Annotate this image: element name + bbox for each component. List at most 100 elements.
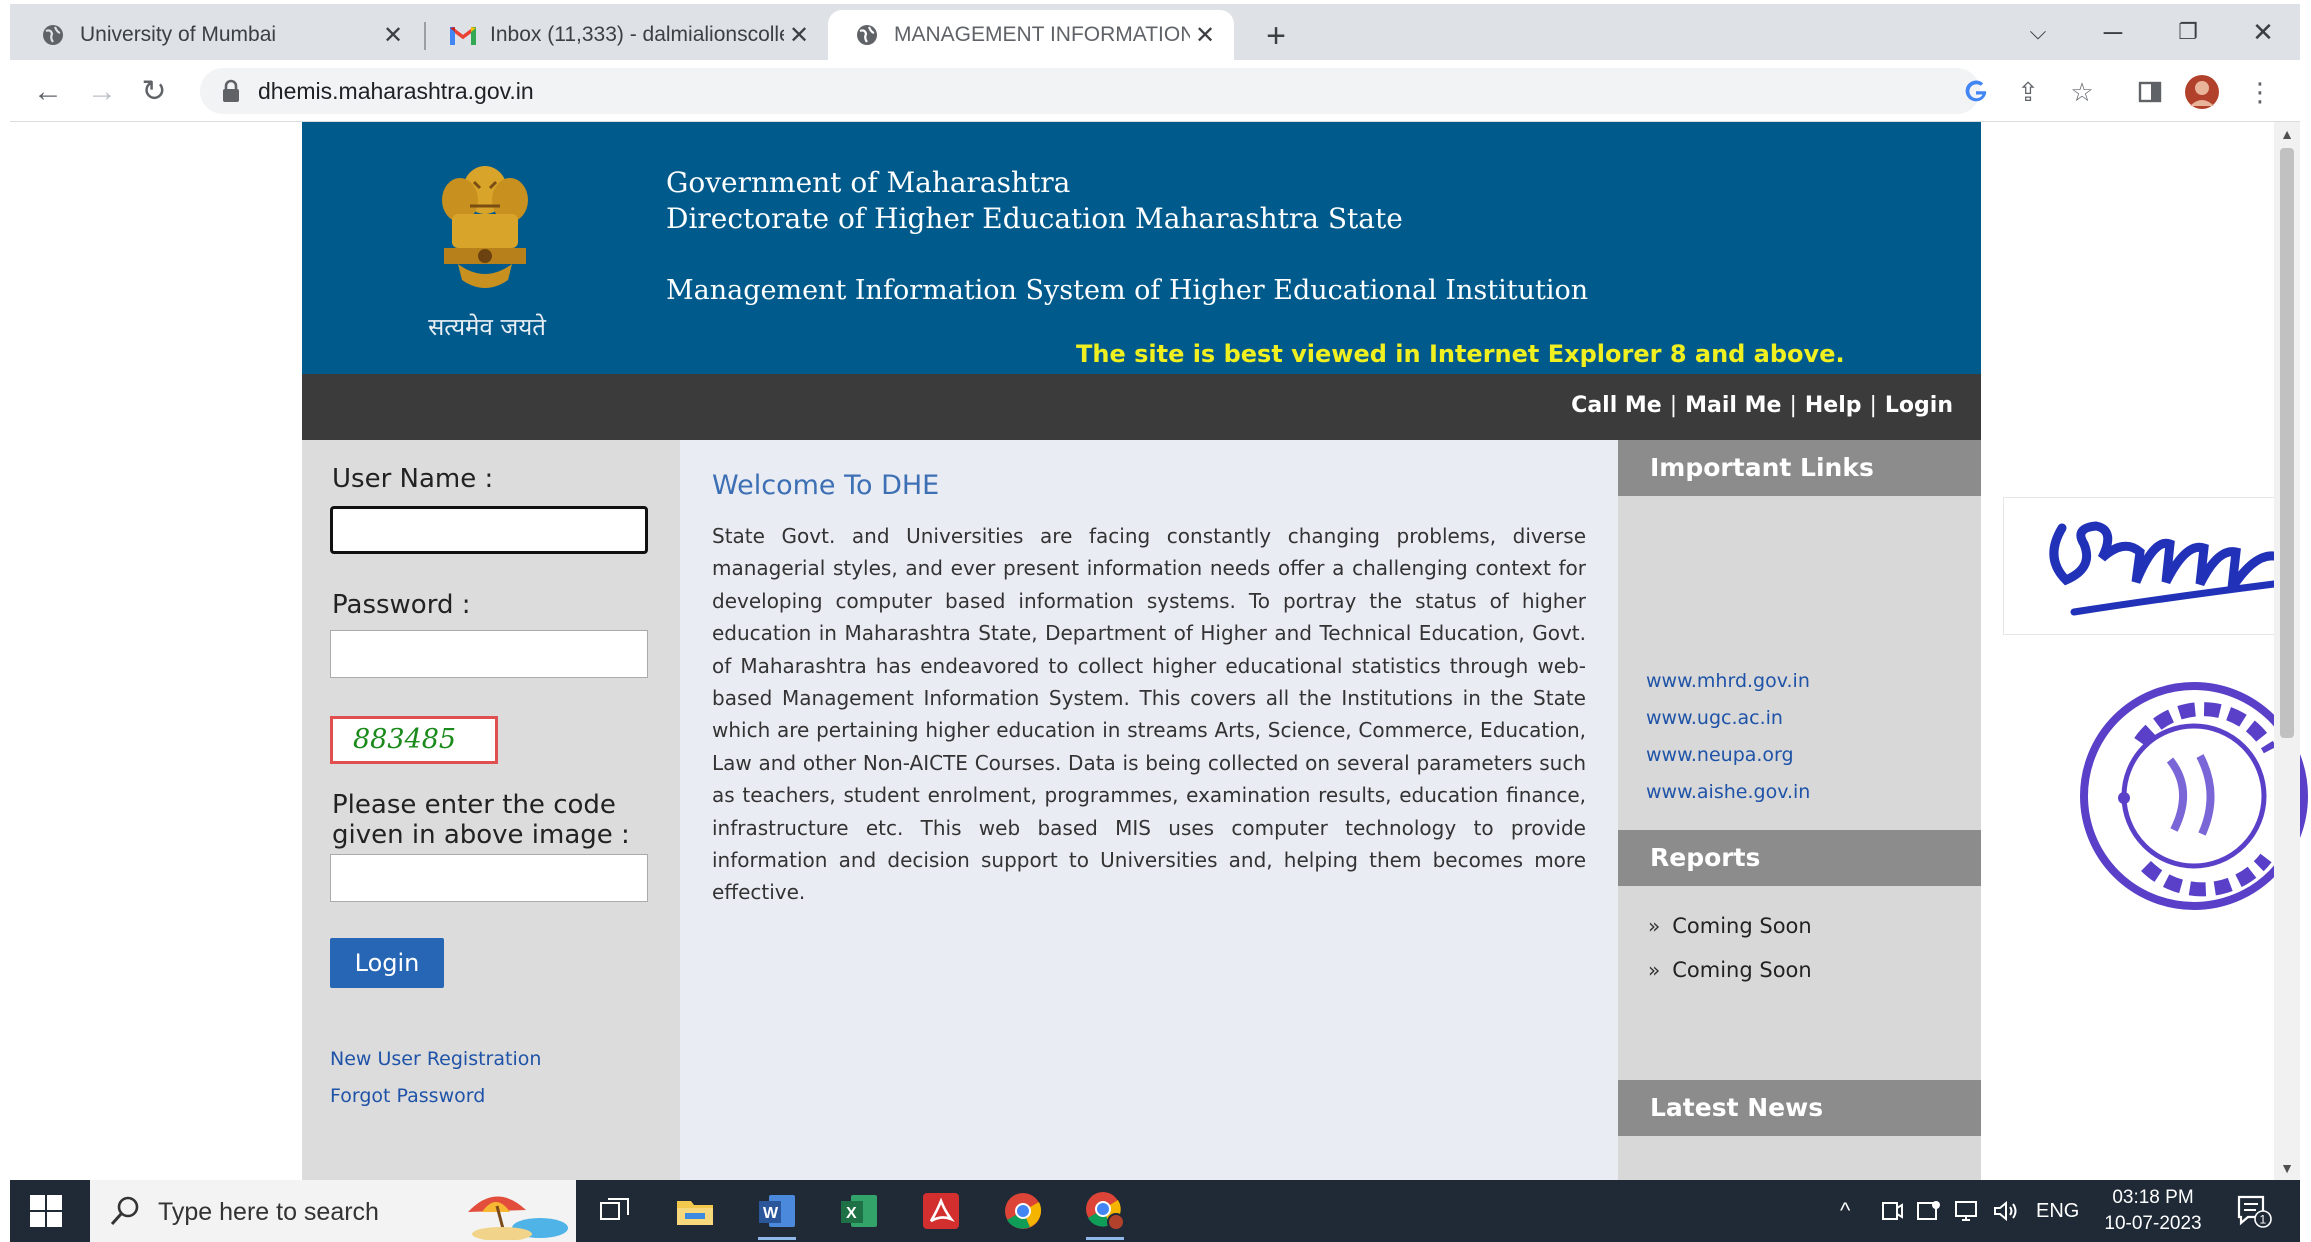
tab-management-information-system[interactable]: MANAGEMENT INFORMATION S ✕	[828, 10, 1234, 60]
profile-avatar-icon[interactable]	[2184, 74, 2220, 110]
link-ugc[interactable]: www.ugc.ac.in	[1646, 707, 1783, 729]
signature-image	[2003, 497, 2283, 635]
page-scrollbar[interactable]: ▲ ▼	[2274, 122, 2300, 1180]
scroll-up-arrow-icon[interactable]: ▲	[2274, 126, 2300, 142]
captcha-image: 883485	[330, 716, 498, 764]
password-input[interactable]	[330, 630, 648, 678]
svg-text:W: W	[763, 1205, 779, 1222]
tab-gmail-inbox[interactable]: Inbox (11,333) - dalmialionscolle ✕	[428, 10, 828, 60]
header-government-title: Government of Maharashtra	[666, 166, 1071, 199]
report-item[interactable]: » Coming Soon	[1648, 958, 1812, 982]
login-panel: User Name : Password : 883485 Please ent…	[302, 440, 680, 1180]
url-text: dhemis.maharashtra.gov.in	[258, 78, 534, 104]
language-indicator[interactable]: ENG	[2036, 1180, 2079, 1242]
share-icon[interactable]: ⇪	[2010, 74, 2046, 110]
top-nav-links: Call Me | Mail Me | Help | Login	[1571, 393, 1953, 418]
username-input[interactable]	[330, 506, 648, 554]
latest-news-heading: Latest News	[1618, 1080, 1981, 1136]
tab-close-icon[interactable]: ✕	[378, 21, 408, 50]
link-neupa[interactable]: www.neupa.org	[1646, 744, 1794, 766]
top-navigation: Call Me | Mail Me | Help | Login	[302, 374, 1981, 440]
tab-title: MANAGEMENT INFORMATION S	[894, 23, 1190, 46]
bookmark-star-icon[interactable]: ☆	[2064, 74, 2100, 110]
globe-icon	[854, 22, 880, 48]
notifications-icon[interactable]: 1	[2236, 1180, 2272, 1242]
chrome-profile-icon[interactable]	[1084, 1190, 1126, 1240]
tab-close-icon[interactable]: ✕	[784, 21, 814, 50]
new-user-registration-link[interactable]: New User Registration	[330, 1048, 541, 1070]
windows-taskbar: Type here to search W X ^ ENG 03:18 PM 1…	[10, 1180, 2300, 1242]
notification-count: 1	[2260, 1213, 2267, 1227]
important-links-heading: Important Links	[1618, 440, 1981, 496]
scroll-down-arrow-icon[interactable]: ▼	[2274, 1160, 2300, 1176]
google-icon[interactable]	[1958, 73, 1994, 109]
help-link[interactable]: Help	[1805, 393, 1862, 418]
network-icon[interactable]	[1954, 1180, 1980, 1242]
right-sidebar: Important Links www.mhrd.gov.in www.ugc.…	[1618, 440, 1981, 1180]
forgot-password-link[interactable]: Forgot Password	[330, 1085, 485, 1107]
chrome-icon[interactable]	[1002, 1190, 1044, 1232]
forward-button[interactable]: →	[82, 72, 122, 112]
volume-icon[interactable]	[1992, 1180, 2020, 1242]
tab-title: Inbox (11,333) - dalmialionscolle	[490, 23, 784, 46]
reload-button[interactable]: ↻	[134, 72, 174, 112]
mail-me-link[interactable]: Mail Me	[1685, 393, 1781, 418]
reports-heading: Reports	[1618, 830, 1981, 886]
nav-separator: |	[1669, 393, 1678, 418]
tab-close-icon[interactable]: ✕	[1190, 21, 1220, 50]
tab-search-icon[interactable]: ⌵	[2013, 14, 2063, 50]
scrollbar-thumb[interactable]	[2280, 148, 2294, 738]
link-aishe[interactable]: www.aishe.gov.in	[1646, 781, 1810, 803]
tab-title: University of Mumbai	[80, 23, 277, 46]
ie-notice: The site is best viewed in Internet Expl…	[1076, 340, 1845, 368]
nav-separator: |	[1789, 393, 1797, 418]
captcha-label-line1: Please enter the code	[332, 790, 616, 820]
password-label: Password :	[332, 590, 471, 620]
close-window-button[interactable]: ✕	[2238, 14, 2288, 50]
report-item-label: Coming Soon	[1672, 958, 1812, 982]
welcome-description: State Govt. and Universities are facing …	[712, 524, 1586, 905]
taskbar-search-box[interactable]: Type here to search	[90, 1180, 576, 1242]
taskbar-clock[interactable]: 03:18 PM 10-07-2023	[2098, 1185, 2208, 1237]
word-icon[interactable]: W	[756, 1190, 798, 1240]
restore-button[interactable]: ❐	[2163, 14, 2213, 50]
more-menu-icon[interactable]: ⋮	[2242, 74, 2278, 110]
login-link[interactable]: Login	[1885, 393, 1953, 418]
state-emblem-icon	[430, 162, 540, 298]
new-tab-button[interactable]: +	[1256, 16, 1296, 56]
clock-date: 10-07-2023	[2104, 1213, 2202, 1234]
captcha-label-line2: given in above image :	[332, 820, 630, 850]
tab-strip: University of Mumbai ✕ Inbox (11,333) - …	[10, 4, 2300, 60]
address-bar[interactable]: dhemis.maharashtra.gov.in	[200, 68, 1980, 114]
file-explorer-icon[interactable]	[674, 1190, 716, 1232]
meet-now-icon[interactable]	[1880, 1180, 1904, 1242]
captcha-input[interactable]	[330, 854, 648, 902]
link-mhrd[interactable]: www.mhrd.gov.in	[1646, 670, 1810, 692]
report-item[interactable]: » Coming Soon	[1648, 914, 1812, 938]
beach-umbrella-icon	[468, 1196, 568, 1240]
report-item-label: Coming Soon	[1672, 914, 1812, 938]
lock-icon	[220, 79, 244, 103]
windows-start-icon[interactable]	[30, 1195, 62, 1227]
double-chevron-icon: »	[1648, 914, 1661, 938]
login-button[interactable]: Login	[330, 938, 444, 988]
clock-time: 03:18 PM	[2112, 1187, 2194, 1208]
side-panel-icon[interactable]	[2132, 74, 2168, 110]
tab-university-of-mumbai[interactable]: University of Mumbai ✕	[10, 10, 422, 60]
call-me-link[interactable]: Call Me	[1571, 393, 1662, 418]
site-header: सत्यमेव जयते Government of Maharashtra D…	[302, 122, 1981, 374]
emblem-motto: सत्यमेव जयते	[428, 313, 546, 341]
minimize-button[interactable]: ─	[2088, 14, 2138, 50]
dhe-website: सत्यमेव जयते Government of Maharashtra D…	[302, 122, 1981, 1180]
excel-icon[interactable]: X	[838, 1190, 880, 1232]
acrobat-icon[interactable]	[920, 1190, 962, 1232]
search-icon	[108, 1194, 142, 1228]
main-content: Welcome To DHE State Govt. and Universit…	[680, 440, 1618, 1180]
back-button[interactable]: ←	[28, 72, 68, 112]
task-view-icon[interactable]	[594, 1190, 636, 1232]
tray-overflow-icon[interactable]: ^	[1840, 1180, 1850, 1242]
page-viewport: सत्यमेव जयते Government of Maharashtra D…	[10, 122, 2274, 1180]
security-icon[interactable]	[1916, 1180, 1942, 1242]
welcome-heading: Welcome To DHE	[712, 470, 940, 501]
tab-separator	[424, 22, 426, 50]
